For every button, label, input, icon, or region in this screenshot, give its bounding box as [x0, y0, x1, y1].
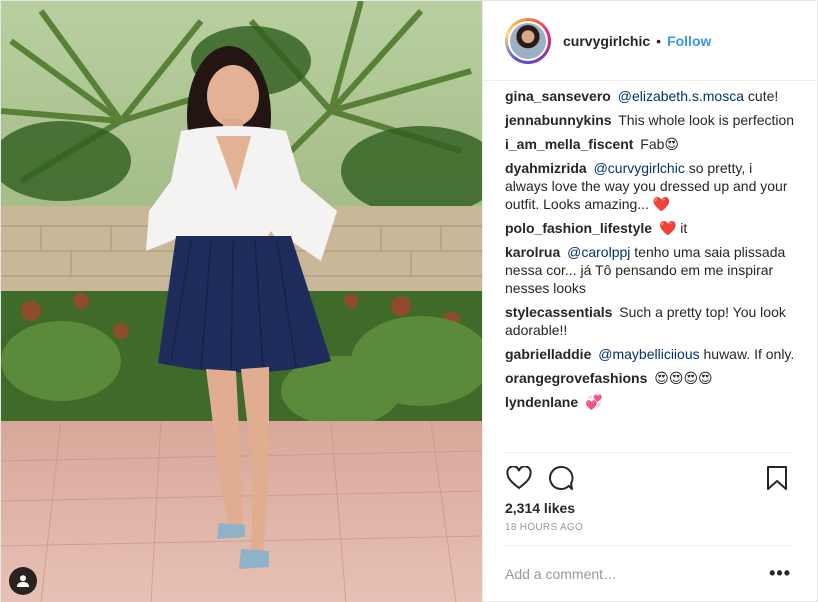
comment-mention[interactable]: @maybelliciious	[598, 346, 699, 362]
likes-count[interactable]: 2,314 likes	[483, 492, 817, 516]
comment-item: polo_fashion_lifestyle ❤️ it	[505, 219, 795, 237]
post-header: curvygirlchic • Follow	[483, 1, 817, 81]
post-photo[interactable]	[1, 1, 482, 602]
author-username[interactable]: curvygirlchic	[563, 33, 650, 49]
comment-item: gabrielladdie @maybelliciious huwaw. If …	[505, 345, 795, 363]
comment-text: 💞	[585, 394, 603, 410]
comment-username[interactable]: lyndenlane	[505, 394, 578, 410]
like-button[interactable]	[505, 464, 533, 492]
comment-item: dyahmizrida @curvygirlchic so pretty, i …	[505, 159, 795, 213]
bookmark-icon	[767, 465, 787, 490]
comment-username[interactable]: stylecassentials	[505, 304, 612, 320]
post-actions	[505, 452, 791, 492]
follow-button[interactable]: Follow	[667, 33, 711, 49]
add-comment-input[interactable]	[505, 565, 770, 582]
comment-username[interactable]: karolrua	[505, 244, 560, 260]
heart-icon	[506, 465, 532, 489]
author-avatar-ring[interactable]	[505, 17, 551, 64]
comment-text: ❤️ it	[658, 220, 688, 236]
person-silhouette-icon	[17, 575, 29, 587]
post-sidebar: curvygirlchic • Follow gina_sansevero @e…	[482, 1, 817, 601]
more-options-icon[interactable]: •••	[769, 563, 791, 584]
comment-text: This whole look is perfection	[618, 112, 795, 128]
avatar	[508, 20, 548, 61]
comment-item: karolrua @carolppj tenho uma saia plissa…	[505, 243, 795, 297]
comment-item: jennabunnykins This whole look is perfec…	[505, 111, 795, 129]
header-separator: •	[656, 32, 662, 49]
comment-username[interactable]: dyahmizrida	[505, 160, 587, 176]
comment-item: stylecassentials Such a pretty top! You …	[505, 303, 795, 339]
comment-mention[interactable]: @curvygirlchic	[594, 160, 685, 176]
post-timestamp[interactable]: 18 HOURS AGO	[483, 516, 817, 533]
comment-username[interactable]: gina_sansevero	[505, 88, 611, 104]
comment-item: orangegrovefashions 😍😍😍😍	[505, 369, 795, 387]
comment-text: Fab😍	[640, 136, 680, 152]
comment-mention[interactable]: @carolppj	[567, 244, 630, 260]
outfit-photo-image	[1, 1, 482, 602]
comment-username[interactable]: i_am_mella_fiscent	[505, 136, 633, 152]
comment-mention[interactable]: @elizabeth.s.mosca	[618, 88, 744, 104]
user-tag-icon[interactable]	[9, 567, 37, 595]
comment-text: cute!	[744, 88, 779, 104]
save-button[interactable]	[763, 464, 791, 492]
comment-bubble-icon	[549, 465, 574, 490]
comments-list[interactable]: gina_sansevero @elizabeth.s.mosca cute! …	[483, 81, 817, 452]
comment-text: huwaw. If only.	[699, 346, 795, 362]
comment-item: gina_sansevero @elizabeth.s.mosca cute!	[505, 87, 795, 105]
comment-username[interactable]: gabrielladdie	[505, 346, 591, 362]
comment-username[interactable]: polo_fashion_lifestyle	[505, 220, 652, 236]
comment-item: i_am_mella_fiscent Fab😍	[505, 135, 795, 153]
comment-item: lyndenlane 💞	[505, 393, 795, 411]
comment-username[interactable]: jennabunnykins	[505, 112, 612, 128]
comment-button[interactable]	[547, 464, 575, 492]
comment-text: 😍😍😍😍	[654, 370, 713, 386]
comment-username[interactable]: orangegrovefashions	[505, 370, 647, 386]
add-comment-bar: •••	[505, 545, 791, 601]
instagram-post: curvygirlchic • Follow gina_sansevero @e…	[0, 0, 818, 602]
